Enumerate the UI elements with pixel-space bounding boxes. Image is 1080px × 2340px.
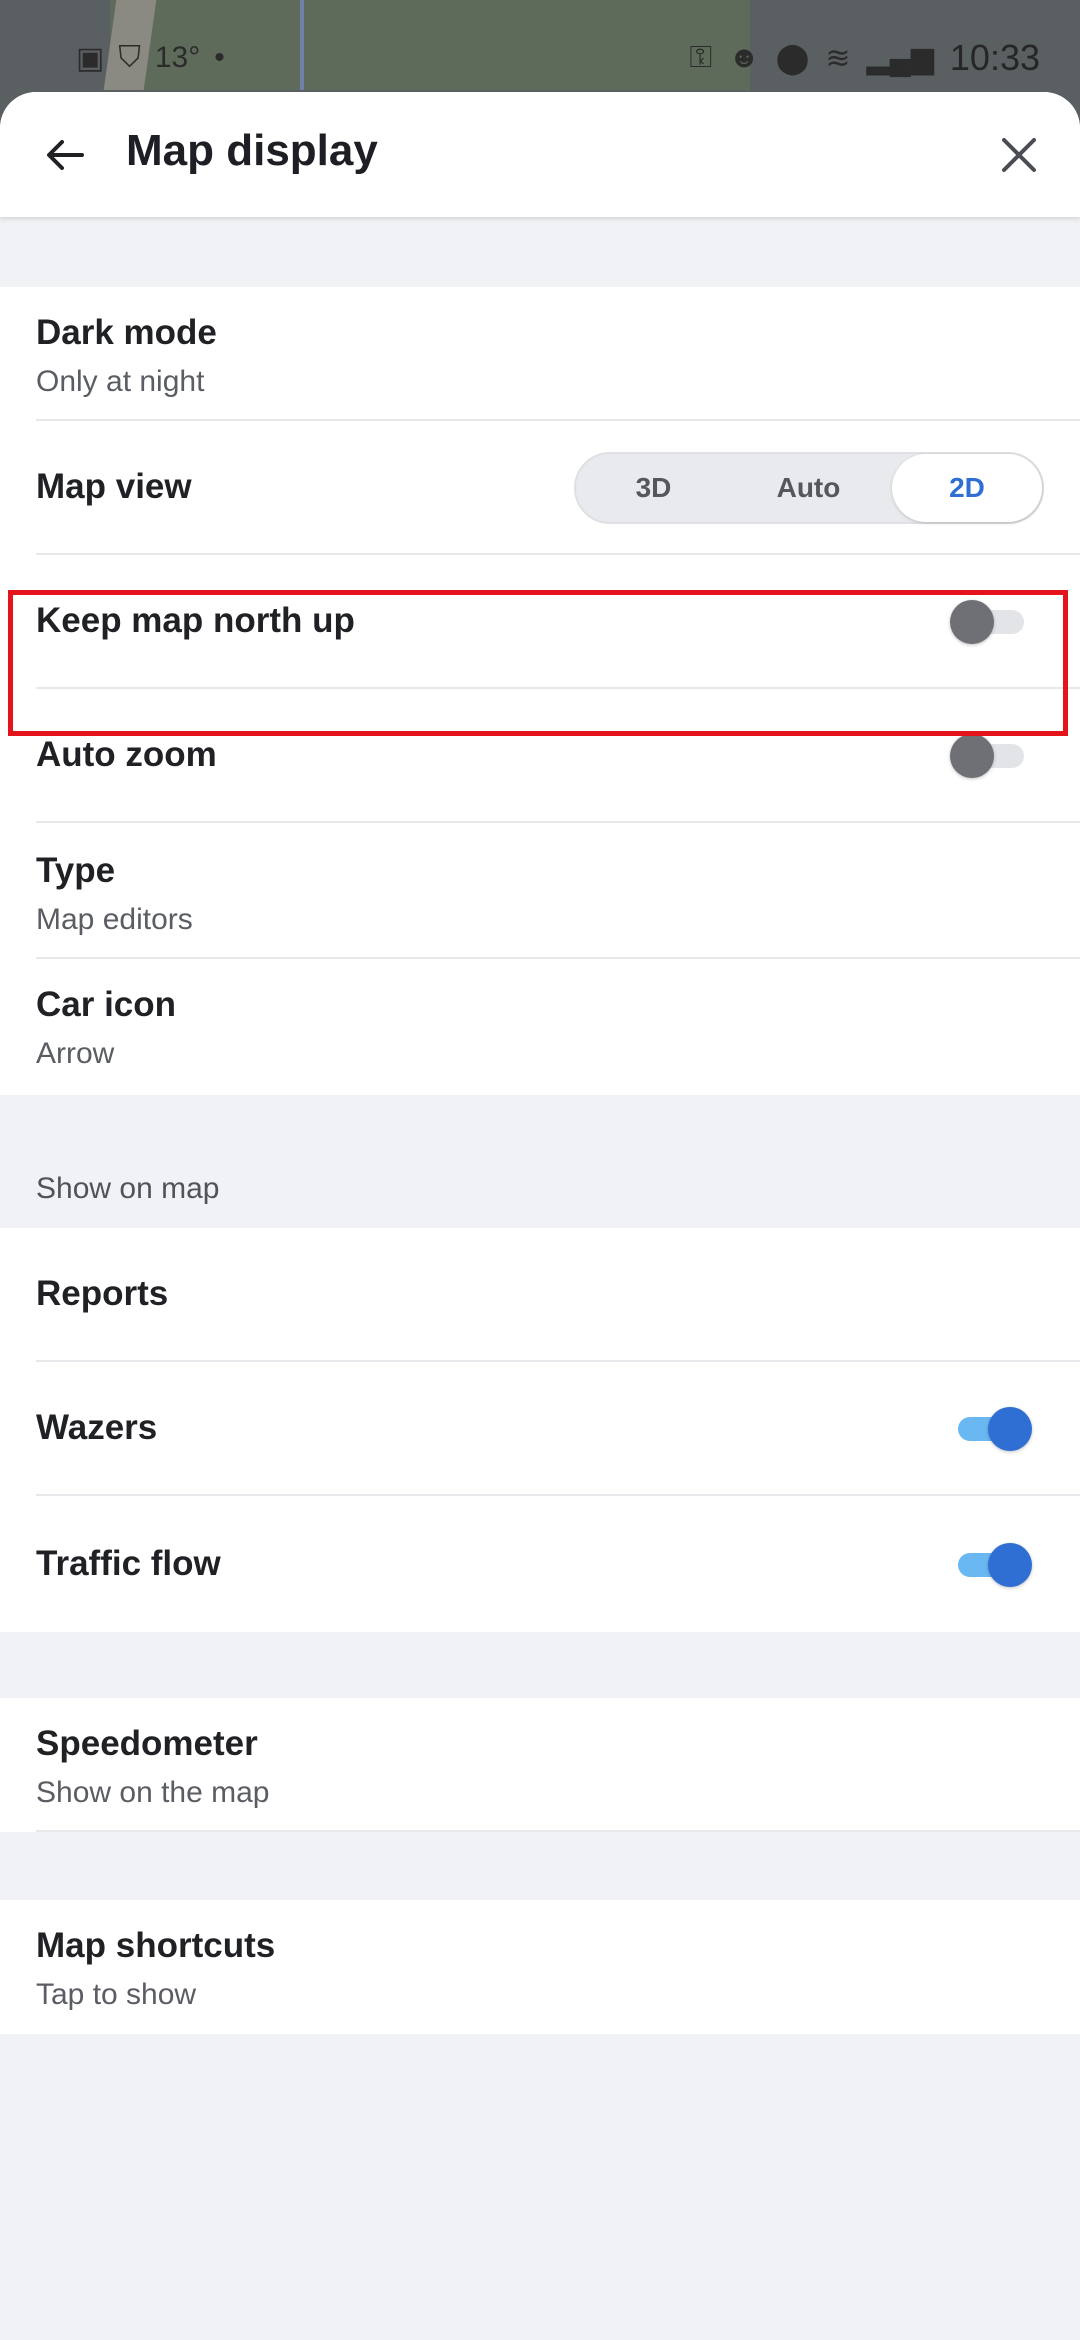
status-left: ▣ ⛉ 13° • xyxy=(76,38,225,78)
dark-mode-value: Only at night xyxy=(36,365,205,398)
map-shortcuts-section: Map shortcuts Tap to show xyxy=(0,1900,1080,2034)
map-view-3d-option[interactable]: 3D xyxy=(576,454,731,522)
traffic-flow-row[interactable]: Traffic flow xyxy=(0,1498,1080,1632)
map-shortcuts-row[interactable]: Map shortcuts Tap to show xyxy=(0,1900,1080,2034)
car-icon-row[interactable]: Car icon Arrow xyxy=(0,959,1080,1093)
dark-mode-title: Dark mode xyxy=(36,313,217,352)
toggle-knob xyxy=(950,734,994,778)
map-road-line xyxy=(300,0,304,90)
toggle-knob xyxy=(988,1407,1032,1451)
reports-title: Reports xyxy=(36,1274,169,1313)
type-row[interactable]: Type Map editors xyxy=(0,825,1080,959)
status-right: ⚿ ☻ ⬤ ≋ ▂▄▆ 10:33 xyxy=(689,34,1040,82)
map-shortcuts-title: Map shortcuts xyxy=(36,1926,276,1965)
toggle-knob xyxy=(988,1543,1032,1587)
type-value: Map editors xyxy=(36,903,193,936)
speedometer-value: Show on the map xyxy=(36,1776,270,1809)
divider xyxy=(36,821,1080,823)
show-on-map-section: Reports Wazers Traffic flow xyxy=(0,1228,1080,1632)
map-view-row: Map view 3D Auto 2D xyxy=(0,421,1080,555)
waze-icon: ☻ xyxy=(728,41,760,74)
wazers-title: Wazers xyxy=(36,1408,158,1447)
reports-row[interactable]: Reports xyxy=(0,1228,1080,1362)
show-on-map-label: Show on map xyxy=(36,1172,220,1205)
back-arrow-icon[interactable] xyxy=(40,130,90,180)
key-icon: ⚿ xyxy=(689,41,713,74)
wazers-toggle[interactable] xyxy=(954,1407,1032,1451)
auto-zoom-row[interactable]: Auto zoom xyxy=(0,689,1080,823)
dark-mode-row[interactable]: Dark mode Only at night xyxy=(0,287,1080,421)
shield-icon: ⛉ xyxy=(118,41,141,74)
speedometer-section: Speedometer Show on the map xyxy=(0,1698,1080,1832)
wifi-icon: ≋ xyxy=(825,41,851,75)
location-icon: ⬤ xyxy=(775,41,810,75)
divider xyxy=(36,1494,1080,1496)
temperature-text: 13° xyxy=(154,41,201,74)
sheet-header: Map display xyxy=(0,92,1080,217)
auto-zoom-toggle[interactable] xyxy=(950,734,1028,778)
map-view-title: Map view xyxy=(36,467,192,506)
map-view-2d-option[interactable]: 2D xyxy=(892,454,1042,522)
divider xyxy=(36,1830,1080,1832)
wazers-row[interactable]: Wazers xyxy=(0,1362,1080,1496)
map-shortcuts-value: Tap to show xyxy=(36,1978,197,2011)
car-icon-title: Car icon xyxy=(36,985,177,1024)
toggle-knob xyxy=(950,600,994,644)
keep-north-up-toggle[interactable] xyxy=(950,600,1028,644)
traffic-flow-title: Traffic flow xyxy=(36,1544,221,1583)
map-view-auto-option[interactable]: Auto xyxy=(731,454,886,522)
dot-icon: • xyxy=(214,41,225,74)
page-title: Map display xyxy=(126,126,378,175)
map-view-segmented-control: 3D Auto 2D xyxy=(574,452,1044,524)
screenshot-icon: ▣ xyxy=(76,41,105,75)
signal-icon: ▂▄▆ xyxy=(866,41,934,75)
speedometer-row[interactable]: Speedometer Show on the map xyxy=(0,1698,1080,1832)
auto-zoom-title: Auto zoom xyxy=(36,735,217,774)
settings-sheet: Map display Dark mode Only at night Map … xyxy=(0,92,1080,2340)
speedometer-title: Speedometer xyxy=(36,1724,258,1763)
display-settings-section: Dark mode Only at night Map view 3D Auto… xyxy=(0,287,1080,1095)
car-icon-value: Arrow xyxy=(36,1037,115,1070)
traffic-flow-toggle[interactable] xyxy=(954,1543,1032,1587)
keep-north-up-row[interactable]: Keep map north up xyxy=(0,555,1080,689)
close-icon[interactable] xyxy=(996,132,1042,178)
keep-north-up-title: Keep map north up xyxy=(36,601,355,640)
clock: 10:33 xyxy=(949,37,1040,78)
type-title: Type xyxy=(36,851,116,890)
